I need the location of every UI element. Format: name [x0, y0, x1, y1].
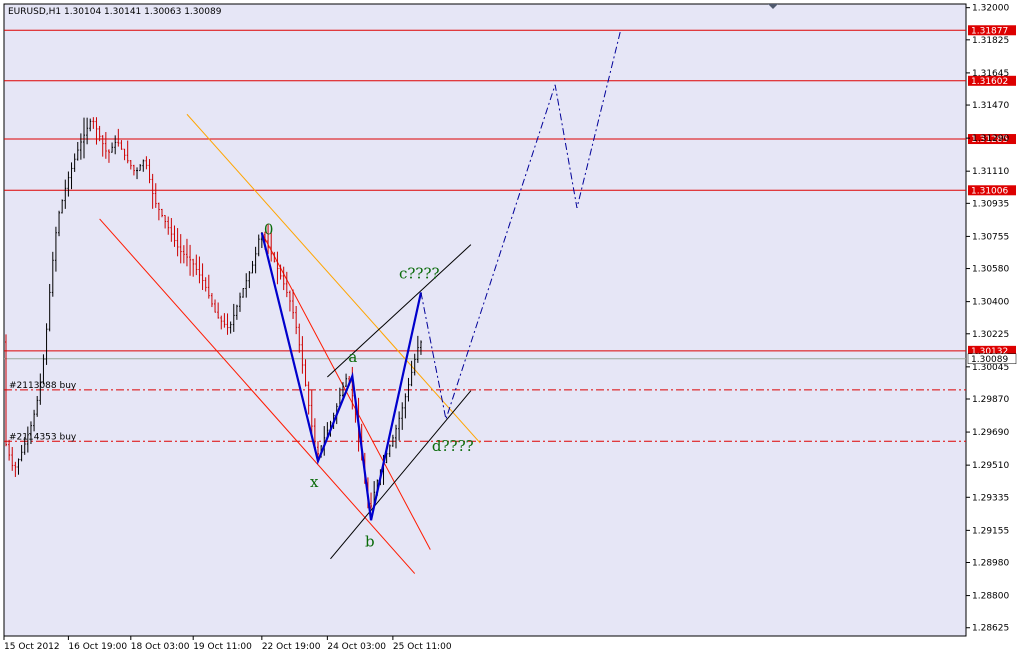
y-tick-label: 1.30935 [972, 199, 1009, 209]
price-axis: 1.32000 1.31825 1.31645 1.31470 1.31290 1.311… [966, 4, 1009, 634]
y-tick-label: 1.29690 [972, 428, 1009, 438]
wave-label-b: b [365, 532, 375, 550]
level-badge-label: 1.31877 [971, 26, 1008, 36]
order-label: #2114353 buy [9, 432, 77, 442]
y-tick-label: 1.31825 [972, 36, 1009, 46]
chart-title: EURUSD,H1 1.30104 1.30141 1.30063 1.3008… [8, 7, 222, 17]
y-tick-label: 1.29870 [972, 395, 1009, 405]
wave-label-c: c???? [399, 264, 440, 282]
y-tick-label: 1.30580 [972, 265, 1009, 275]
x-tick-label: 22 Oct 19:00 [262, 642, 321, 652]
plot-area [3, 3, 967, 637]
y-tick-label: 1.31110 [972, 167, 1009, 177]
x-tick-label: 15 Oct 2012 [4, 642, 60, 652]
level-badge-label: 1.31006 [971, 186, 1008, 196]
time-axis: 15 Oct 2012 16 Oct 19:00 18 Oct 03:00 19 Oc… [3, 636, 452, 652]
y-tick-label: 1.30045 [972, 363, 1009, 373]
wave-label-d: d???? [432, 437, 474, 455]
y-tick-label: 1.32000 [972, 4, 1009, 14]
y-tick-label: 1.31470 [972, 101, 1009, 111]
wave-label-0: 0 [264, 221, 274, 239]
y-tick-label: 1.31290 [972, 134, 1009, 144]
y-tick-label: 1.28800 [972, 592, 1009, 602]
x-tick-label: 24 Oct 03:00 [327, 642, 386, 652]
y-tick-label: 1.30225 [972, 330, 1009, 340]
chart-canvas[interactable]: 1.318771.316021.312851.310061.301321.300… [0, 0, 1019, 656]
chart-window: 1.31877 1.31602 1.31285 1.31006 1.30132 1.300… [0, 0, 1019, 656]
y-tick-label: 1.29510 [972, 461, 1009, 471]
x-tick-label: 25 Oct 11:00 [393, 642, 452, 652]
wave-label-x: x [310, 473, 319, 491]
y-tick-label: 1.28980 [972, 559, 1009, 569]
y-tick-label: 1.29155 [972, 526, 1009, 536]
y-tick-label: 1.28625 [972, 624, 1009, 634]
y-tick-label: 1.31645 [972, 69, 1009, 79]
x-tick-label: 16 Oct 19:00 [68, 642, 127, 652]
y-tick-label: 1.30755 [972, 232, 1009, 242]
y-tick-label: 1.29335 [972, 493, 1009, 503]
wave-label-a: a [348, 348, 357, 366]
x-tick-label: 19 Oct 11:00 [193, 642, 252, 652]
y-tick-label: 1.30400 [972, 298, 1009, 308]
x-tick-label: 18 Oct 03:00 [131, 642, 190, 652]
